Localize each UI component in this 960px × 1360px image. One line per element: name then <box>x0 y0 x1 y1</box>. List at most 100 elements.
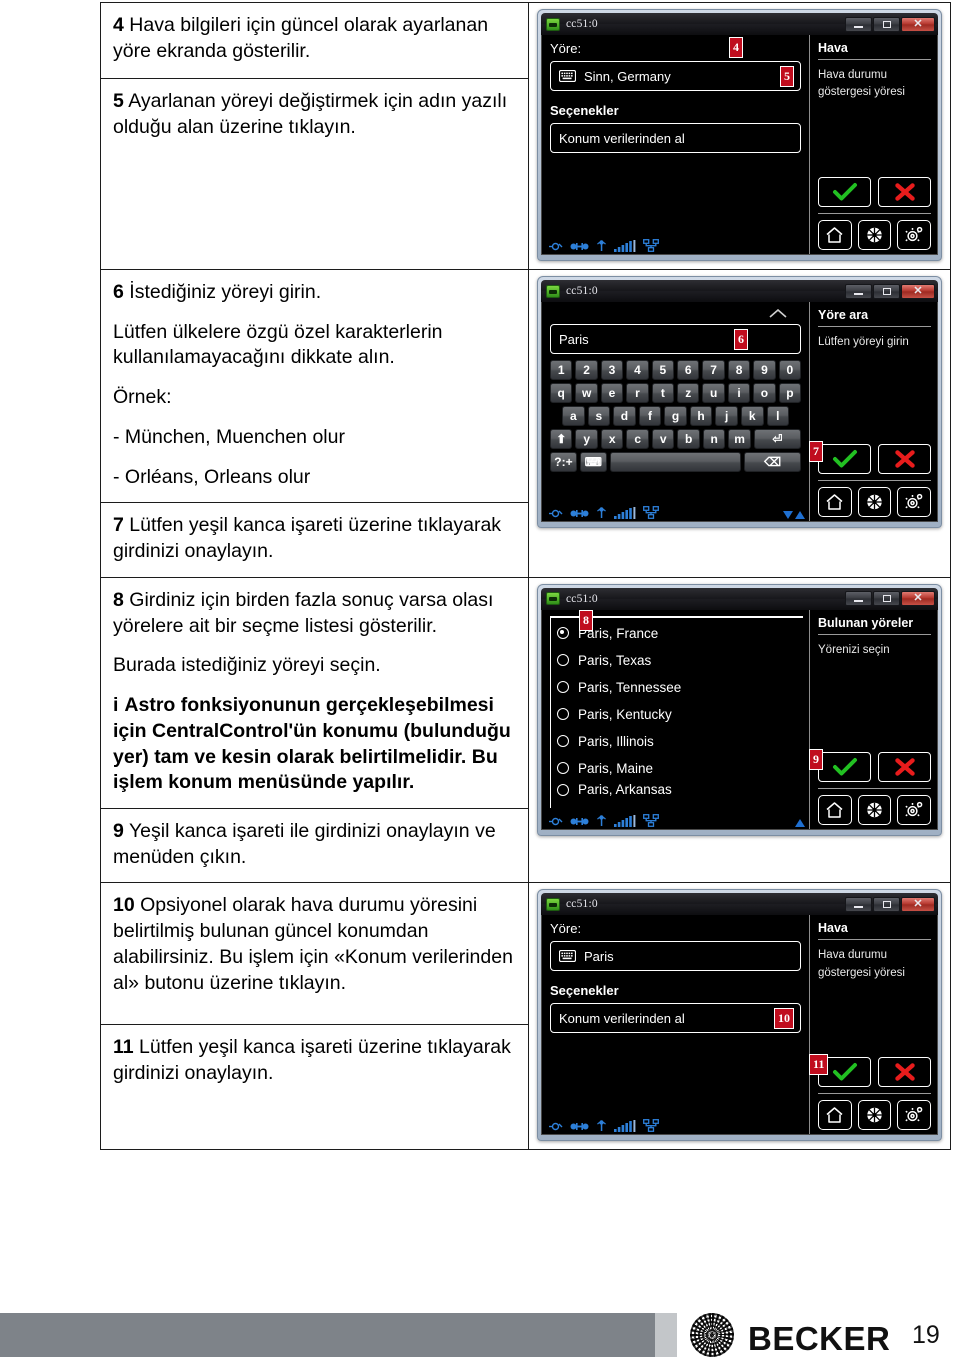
key[interactable]: 8 <box>727 360 751 380</box>
key[interactable]: g <box>664 406 687 426</box>
key[interactable]: u <box>702 383 725 403</box>
key[interactable]: y <box>575 429 598 449</box>
key[interactable]: z <box>677 383 700 403</box>
cancel-button[interactable] <box>878 444 931 474</box>
key[interactable]: t <box>651 383 675 403</box>
maximize-button[interactable] <box>873 16 900 32</box>
key[interactable]: b <box>677 429 700 449</box>
gear-button[interactable] <box>897 220 932 250</box>
close-button[interactable]: ✕ <box>901 283 935 299</box>
key[interactable]: v <box>651 429 675 449</box>
key[interactable]: 0 <box>778 360 802 380</box>
key[interactable]: 3 <box>600 360 624 380</box>
key[interactable]: q <box>550 383 573 403</box>
key[interactable]: w <box>575 383 598 403</box>
maximize-button[interactable] <box>873 896 900 912</box>
shift-key[interactable]: ⬆ <box>550 429 573 449</box>
close-button[interactable]: ✕ <box>901 896 935 912</box>
key[interactable]: o <box>753 383 776 403</box>
gear-button[interactable] <box>897 487 932 517</box>
maximize-button[interactable] <box>873 283 900 299</box>
get-from-location-button[interactable]: Konum verilerinden al 10 <box>550 1003 801 1034</box>
key[interactable]: r <box>626 383 649 403</box>
key[interactable]: 6 <box>677 360 700 380</box>
key[interactable]: m <box>728 429 751 449</box>
cancel-button[interactable] <box>878 751 931 782</box>
onscreen-keyboard[interactable]: 1 2 3 4 5 6 7 8 9 0 q w e r t z u i o p … <box>550 360 802 472</box>
city-list[interactable]: Paris, France Paris, Texas Paris, Tennes… <box>550 617 803 808</box>
list-item[interactable]: Paris, Illinois <box>557 728 803 755</box>
confirm-button[interactable] <box>818 444 871 474</box>
minimize-button[interactable] <box>845 283 872 299</box>
get-from-location-button[interactable]: Konum verilerinden al <box>550 123 801 153</box>
home-button[interactable] <box>818 220 852 250</box>
minimize-button[interactable] <box>845 896 872 912</box>
search-input[interactable]: Paris 6 <box>550 324 801 354</box>
minimize-button[interactable] <box>845 591 872 607</box>
scroll-up-icon[interactable] <box>795 511 805 519</box>
key[interactable]: e <box>600 383 624 403</box>
symbols-key[interactable]: ?:+ <box>550 452 577 472</box>
radio-icon[interactable] <box>557 681 569 694</box>
key[interactable]: 4 <box>626 360 649 380</box>
radio-icon[interactable] <box>557 735 569 748</box>
region-field[interactable]: Paris <box>550 941 801 972</box>
key[interactable]: c <box>626 429 649 449</box>
key[interactable]: 5 <box>651 360 675 380</box>
scroll-up-icon[interactable] <box>795 818 805 827</box>
list-item[interactable]: Paris, Arkansas <box>557 782 803 798</box>
key[interactable]: f <box>638 406 662 426</box>
scene-button[interactable] <box>857 487 892 517</box>
list-item[interactable]: Paris, Maine <box>557 755 803 782</box>
gear-button[interactable] <box>897 1100 932 1131</box>
cancel-button[interactable] <box>878 1057 931 1088</box>
key[interactable]: x <box>600 429 624 449</box>
key[interactable]: 9 <box>753 360 776 380</box>
close-button[interactable]: ✕ <box>901 16 935 32</box>
footer-bar <box>0 1313 655 1357</box>
radio-icon[interactable] <box>557 654 569 667</box>
home-button[interactable] <box>818 794 852 825</box>
scene-button[interactable] <box>857 794 892 825</box>
key[interactable]: i <box>727 383 751 403</box>
close-button[interactable]: ✕ <box>901 591 935 607</box>
radio-icon[interactable] <box>557 762 569 775</box>
key[interactable]: h <box>689 406 713 426</box>
gear-button[interactable] <box>897 794 932 825</box>
list-item[interactable]: Paris, Texas <box>557 647 803 674</box>
key[interactable]: j <box>715 406 738 426</box>
scene-button[interactable] <box>857 1100 892 1131</box>
key[interactable]: l <box>766 406 790 426</box>
key[interactable]: 2 <box>575 360 598 380</box>
keyboard-layout-key[interactable]: ⌨ <box>579 452 607 472</box>
region-field[interactable]: Sinn, Germany 5 <box>550 61 801 91</box>
key[interactable]: p <box>778 383 802 403</box>
radio-icon[interactable] <box>557 627 569 640</box>
key[interactable]: d <box>613 406 636 426</box>
key[interactable]: n <box>702 429 726 449</box>
cancel-button[interactable] <box>878 177 931 207</box>
list-item[interactable]: Paris, Tennessee <box>557 674 803 701</box>
enter-key[interactable]: ⏎ <box>753 429 801 449</box>
radio-icon[interactable] <box>557 708 569 721</box>
space-key[interactable] <box>609 452 742 472</box>
home-button[interactable] <box>818 1100 852 1131</box>
scroll-down-icon[interactable] <box>783 511 793 519</box>
minimize-button[interactable] <box>845 16 872 32</box>
list-item[interactable]: Paris, Kentucky <box>557 701 803 728</box>
instruction-cell-4: 4 Hava bilgileri için güncel olarak ayar… <box>100 1 529 80</box>
backspace-key[interactable]: ⌫ <box>744 452 801 472</box>
key[interactable]: a <box>562 406 585 426</box>
home-button[interactable] <box>818 487 852 517</box>
confirm-button[interactable] <box>818 177 871 207</box>
radio-icon[interactable] <box>557 783 569 796</box>
list-item[interactable]: Paris, France <box>557 620 803 647</box>
key[interactable]: s <box>587 406 611 426</box>
confirm-button[interactable] <box>818 751 871 782</box>
home-icon <box>826 1107 843 1124</box>
scene-button[interactable] <box>857 220 892 250</box>
key[interactable]: 7 <box>702 360 725 380</box>
maximize-button[interactable] <box>873 591 900 607</box>
key[interactable]: 1 <box>550 360 573 380</box>
key[interactable]: k <box>740 406 764 426</box>
